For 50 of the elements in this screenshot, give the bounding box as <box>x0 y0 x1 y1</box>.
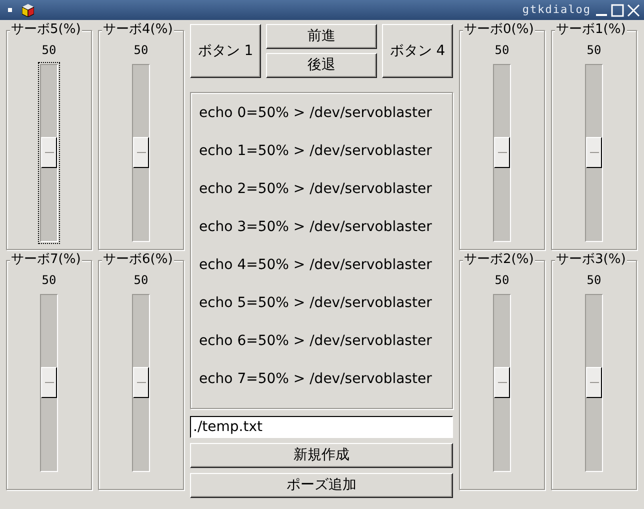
large-button[interactable]: ボタン 4 <box>382 24 453 78</box>
slider-value: 50 <box>494 43 510 57</box>
command-item[interactable]: echo 4=50% > /dev/servoblaster <box>199 257 432 273</box>
window-title: gtkdialog <box>522 2 591 18</box>
slider-label: サーボ2(%) <box>463 252 535 268</box>
slider-label: サーボ1(%) <box>555 22 627 38</box>
slider-track[interactable] <box>493 294 511 472</box>
command-item[interactable]: echo 2=50% > /dev/servoblaster <box>199 181 432 197</box>
command-item[interactable]: echo 6=50% > /dev/servoblaster <box>199 333 432 349</box>
slider-label: サーボ6(%) <box>102 252 174 268</box>
slider-thumb[interactable] <box>586 137 602 168</box>
slider-label: サーボ3(%) <box>555 252 627 268</box>
command-item[interactable]: echo 5=50% > /dev/servoblaster <box>199 295 432 311</box>
slider-value: 50 <box>134 43 148 57</box>
slider-track[interactable] <box>40 294 58 472</box>
slider-value: 50 <box>586 273 602 287</box>
slider-thumb[interactable] <box>133 367 149 398</box>
slider-track[interactable] <box>585 294 603 472</box>
slider-thumb[interactable] <box>133 137 149 168</box>
slider-track[interactable] <box>132 294 150 472</box>
maximize-icon[interactable] <box>611 4 624 16</box>
nav-button[interactable]: 後退 <box>266 53 377 78</box>
slider-value: 50 <box>134 273 148 287</box>
slider-thumb[interactable] <box>494 367 510 398</box>
slider-value: 50 <box>494 273 510 287</box>
slider-label: サーボ4(%) <box>102 22 174 38</box>
large-button[interactable]: ボタン 1 <box>190 24 261 78</box>
command-item[interactable]: echo 1=50% > /dev/servoblaster <box>199 143 432 159</box>
slider-track[interactable] <box>585 64 603 242</box>
slider-label: サーボ7(%) <box>10 252 82 268</box>
add-pose-button[interactable]: ポーズ追加 <box>190 473 453 498</box>
slider-thumb[interactable] <box>41 367 57 398</box>
command-item[interactable]: echo 7=50% > /dev/servoblaster <box>199 371 432 387</box>
slider-thumb[interactable] <box>41 137 57 168</box>
nav-button[interactable]: 前進 <box>266 24 377 49</box>
close-icon[interactable] <box>627 4 640 16</box>
slider-thumb[interactable] <box>586 367 602 398</box>
slider-value: 50 <box>42 273 56 287</box>
file-name-field[interactable]: ./temp.txt <box>190 416 453 438</box>
slider-label: サーボ5(%) <box>10 22 82 38</box>
create-button[interactable]: 新規作成 <box>190 443 453 468</box>
slider-label: サーボ0(%) <box>463 22 535 38</box>
slider-value: 50 <box>586 43 602 57</box>
cube-icon <box>22 4 34 16</box>
slider-value: 50 <box>42 43 56 57</box>
slider-thumb[interactable] <box>494 137 510 168</box>
slider-track[interactable] <box>132 64 150 242</box>
slider-track[interactable] <box>493 64 511 242</box>
command-item[interactable]: echo 3=50% > /dev/servoblaster <box>199 219 432 235</box>
command-item[interactable]: echo 0=50% > /dev/servoblaster <box>199 105 432 121</box>
